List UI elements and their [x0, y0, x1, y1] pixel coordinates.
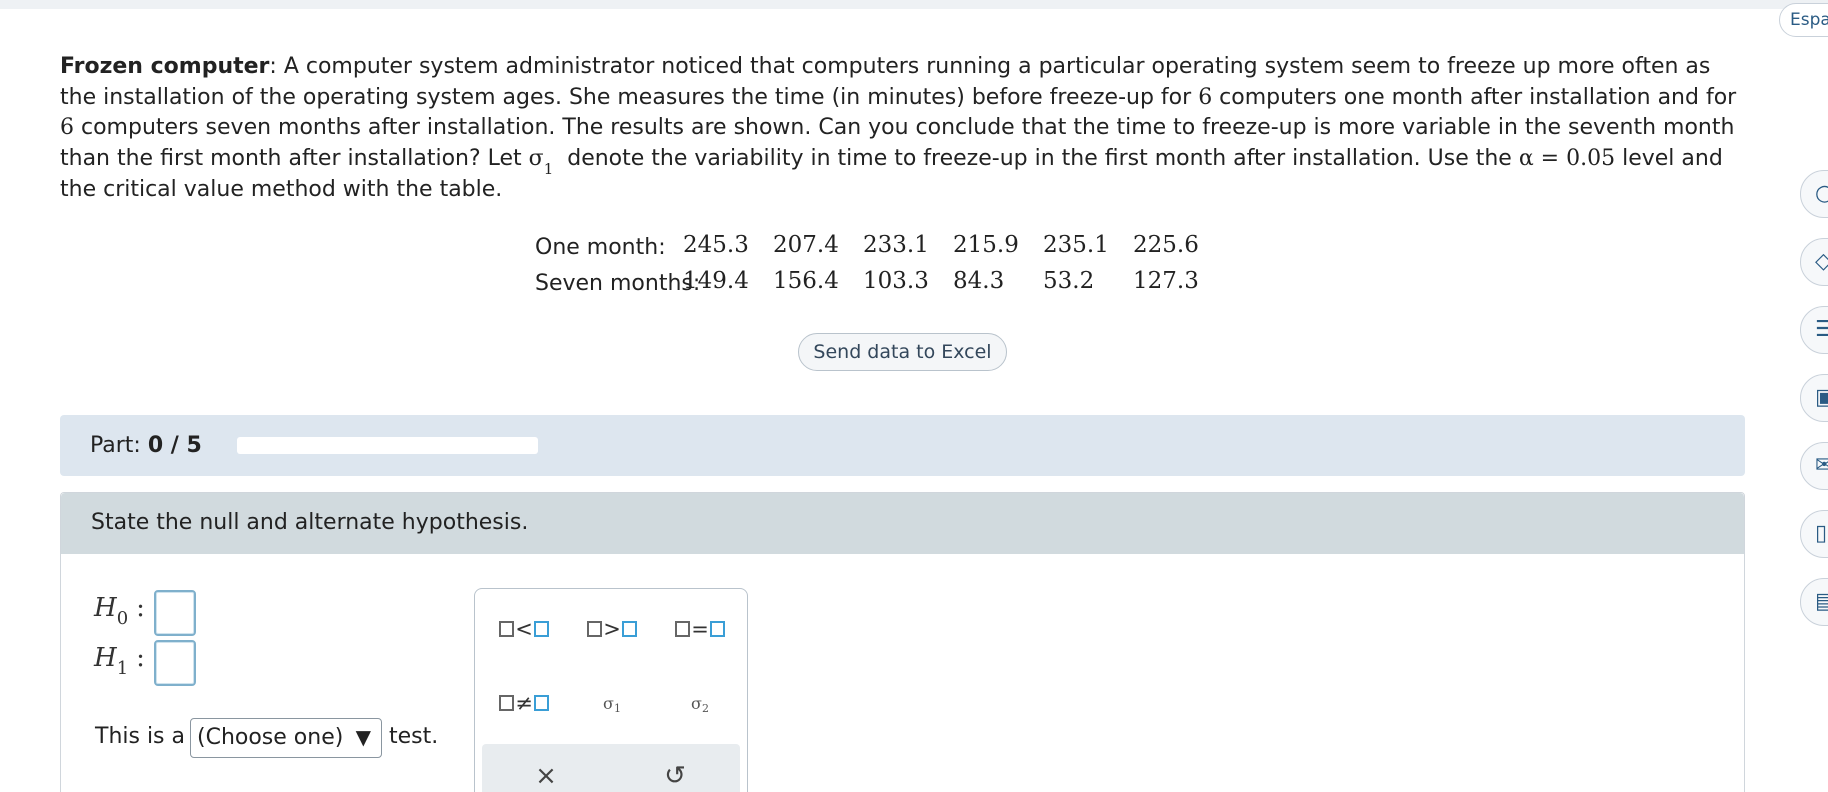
sample-size-2: 6	[60, 115, 74, 140]
problem-text-4: denote the variability in time to freeze…	[560, 145, 1519, 171]
dropdown-caret-icon: ▼	[355, 725, 371, 749]
palette-footer: × ↺	[482, 744, 740, 792]
test-type-select[interactable]: (Choose one) ▼	[190, 718, 382, 758]
data-cell: 207.4	[773, 232, 839, 258]
row-label: One month:	[535, 235, 666, 260]
part-label: Part: 0 / 5	[90, 433, 202, 458]
data-cell: 103.3	[863, 268, 929, 294]
sigma-symbol: σ1	[528, 145, 554, 178]
alpha-expression: α = 0.05	[1518, 145, 1616, 171]
data-cell: 149.4	[683, 268, 749, 294]
alternate-hypothesis-input[interactable]	[154, 640, 196, 686]
test-type-selected: (Choose one)	[197, 725, 344, 750]
data-cell: 233.1	[863, 232, 929, 258]
book-icon[interactable]: ▣	[1800, 374, 1828, 422]
language-button[interactable]: Espa	[1779, 3, 1828, 37]
greater-than-button[interactable]: >	[577, 609, 647, 649]
top-strip	[0, 0, 1828, 9]
data-cell: 235.1	[1043, 232, 1109, 258]
diamond-icon[interactable]: ◇	[1800, 238, 1828, 286]
search-icon[interactable]: ○	[1800, 170, 1828, 218]
list-icon[interactable]: ☰	[1800, 306, 1828, 354]
row-label: Seven months:	[535, 271, 701, 296]
data-cell: 127.3	[1133, 268, 1199, 294]
alternate-hypothesis-label: H1:	[94, 643, 145, 679]
symbol-palette: < > = ≠ σ1 σ2 × ↺	[474, 588, 748, 792]
undo-icon[interactable]: ↺	[655, 756, 695, 792]
data-cell: 84.3	[953, 268, 1005, 294]
question-prompt: State the null and alternate hypothesis.	[91, 510, 529, 535]
sigma-1-button[interactable]: σ1	[577, 683, 647, 723]
chart-icon[interactable]: ▯	[1800, 510, 1828, 558]
data-cell: 225.6	[1133, 232, 1199, 258]
progress-track	[237, 437, 538, 454]
question-header: State the null and alternate hypothesis.	[61, 493, 1744, 554]
problem-text-2: computers one month after installation a…	[1212, 84, 1737, 110]
null-hypothesis-input[interactable]	[154, 590, 196, 636]
send-to-excel-button[interactable]: Send data to Excel	[798, 333, 1007, 371]
sigma-2-button[interactable]: σ2	[665, 683, 735, 723]
null-hypothesis-label: H0:	[94, 593, 145, 629]
sample-size-1: 6	[1198, 84, 1213, 110]
equals-button[interactable]: =	[665, 609, 735, 649]
not-equal-button[interactable]: ≠	[489, 683, 559, 723]
data-cell: 156.4	[773, 268, 839, 294]
data-cell: 215.9	[953, 232, 1019, 258]
part-progress-bar: Part: 0 / 5	[60, 415, 1745, 476]
mail-icon[interactable]: ✉	[1800, 442, 1828, 490]
clear-icon[interactable]: ×	[526, 756, 566, 792]
data-cell: 53.2	[1043, 268, 1095, 294]
problem-title: Frozen computer	[60, 54, 270, 79]
test-type-suffix: test.	[389, 724, 439, 749]
less-than-button[interactable]: <	[489, 609, 559, 649]
part-value: 0 / 5	[147, 433, 202, 458]
test-type-prefix: This is a	[95, 724, 185, 749]
problem-statement: Frozen computer: A computer system admin…	[60, 52, 1750, 206]
data-cell: 245.3	[683, 232, 749, 258]
calculator-icon[interactable]: ▤	[1800, 578, 1828, 626]
